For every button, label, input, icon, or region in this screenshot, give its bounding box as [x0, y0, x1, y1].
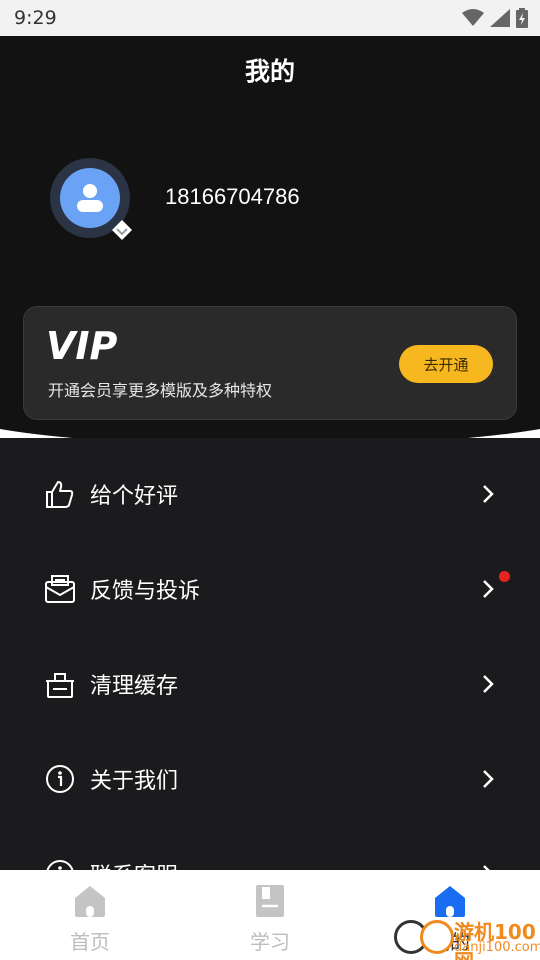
battery-icon — [516, 8, 528, 28]
thumbs-up-icon — [46, 480, 74, 508]
page-title: 我的 — [244, 57, 295, 86]
vip-logo: VIP — [46, 327, 118, 363]
wifi-icon — [462, 9, 484, 26]
menu-item-label: 关于我们 — [90, 768, 179, 794]
info-icon — [46, 764, 74, 793]
menu-item-rate[interactable]: 给个好评 — [0, 446, 540, 541]
watermark-circle — [420, 920, 454, 954]
watermark-logo: 游机100网 danji100.com — [392, 912, 540, 960]
basket-icon — [46, 672, 74, 698]
home-icon — [75, 886, 105, 917]
book-icon — [256, 885, 284, 917]
vip-card[interactable]: VIP 开通会员享更多模版及多种特权 去开通 — [23, 306, 517, 420]
settings-menu: 给个好评 反馈与投诉 清理缓存 关于我们 — [0, 438, 540, 870]
chevron-right-icon — [483, 674, 494, 693]
username: 18166704786 — [165, 184, 300, 209]
status-icons — [462, 8, 528, 28]
tab-home[interactable]: 首页 — [0, 870, 180, 960]
menu-item-label: 联系客服 — [90, 858, 178, 871]
watermark-subtext: danji100.com — [454, 940, 540, 955]
user-icon — [77, 184, 103, 212]
tab-label: 首页 — [70, 930, 110, 954]
vip-description: 开通会员享更多模版及多种特权 — [48, 381, 273, 400]
menu-item-label: 清理缓存 — [90, 673, 179, 699]
vip-logo-text: VIP — [46, 327, 118, 363]
status-bar: 9:29 — [0, 0, 540, 36]
signal-icon — [490, 9, 510, 27]
menu-item-label: 反馈与投诉 — [90, 578, 201, 604]
chevron-right-icon — [483, 484, 494, 503]
info-icon — [46, 859, 74, 870]
chevron-right-icon — [483, 579, 494, 598]
menu-item-about[interactable]: 关于我们 — [0, 731, 540, 826]
status-time: 9:29 — [14, 7, 57, 29]
mail-icon — [45, 574, 75, 603]
menu-item-clear-cache[interactable]: 清理缓存 — [0, 636, 540, 731]
notification-badge — [499, 571, 510, 582]
chevron-right-icon — [483, 769, 494, 788]
chevron-right-icon — [483, 864, 491, 870]
tab-label: 学习 — [250, 930, 290, 954]
diamond-icon — [112, 220, 132, 240]
vip-open-button[interactable]: 去开通 — [399, 345, 493, 383]
tab-study[interactable]: 学习 — [180, 870, 360, 960]
menu-item-label: 给个好评 — [90, 483, 179, 509]
menu-item-feedback[interactable]: 反馈与投诉 — [0, 541, 540, 636]
menu-item-contact[interactable]: 联系客服 — [0, 826, 540, 870]
